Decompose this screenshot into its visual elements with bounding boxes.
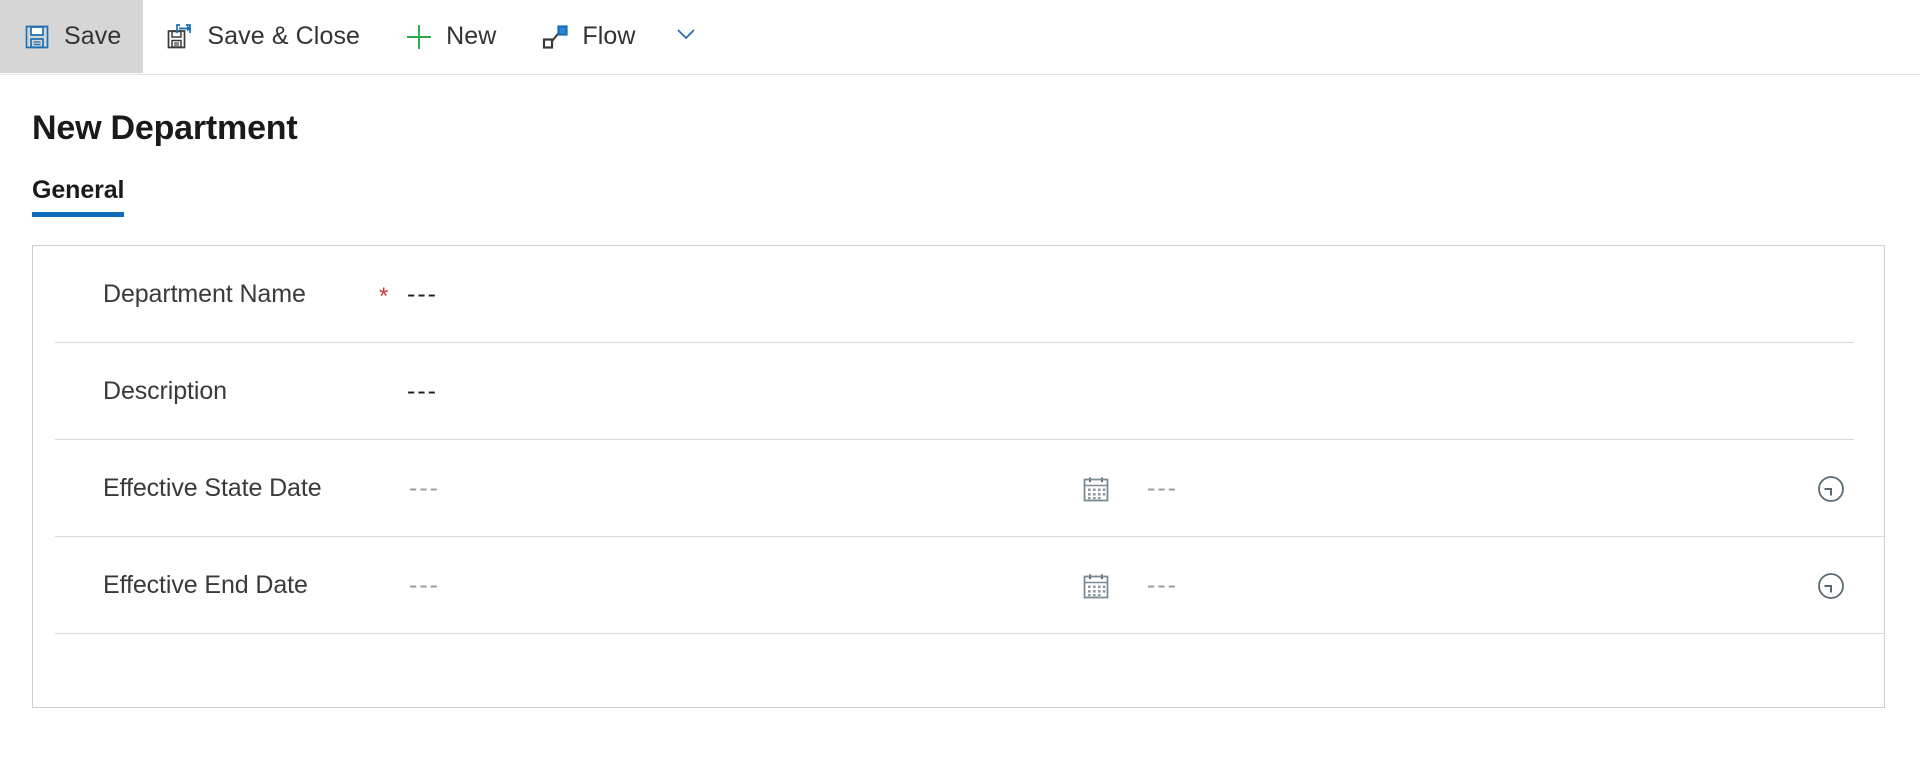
save-close-icon xyxy=(165,22,195,52)
clock-icon[interactable] xyxy=(1810,565,1852,607)
effective-state-time-input[interactable]: --- xyxy=(1147,474,1217,503)
effective-end-time-input[interactable]: --- xyxy=(1147,571,1217,600)
save-button-label: Save xyxy=(64,22,122,50)
page-title: New Department xyxy=(32,109,298,147)
save-icon xyxy=(22,22,52,52)
chevron-down-icon xyxy=(673,21,699,52)
clock-icon[interactable] xyxy=(1810,468,1852,510)
tab-general-label: General xyxy=(32,176,125,204)
save-and-close-button-label: Save & Close xyxy=(207,22,361,50)
description-label: Description xyxy=(103,377,227,405)
flow-button-label: Flow xyxy=(582,22,636,50)
new-button[interactable]: New xyxy=(382,0,518,73)
effective-state-date-label: Effective State Date xyxy=(103,474,322,502)
table-row: Description --- xyxy=(33,343,1884,440)
save-button[interactable]: Save xyxy=(0,0,144,73)
overflow-menu-button[interactable] xyxy=(658,0,714,73)
calendar-icon[interactable] xyxy=(1075,468,1117,510)
department-name-label: Department Name xyxy=(103,280,306,308)
plus-icon xyxy=(404,22,434,52)
command-bar: Save Save & Close New Flow xyxy=(0,0,1920,75)
flow-icon xyxy=(540,22,570,52)
flow-button[interactable]: Flow xyxy=(518,0,657,73)
required-indicator-placeholder xyxy=(379,390,407,394)
calendar-icon[interactable] xyxy=(1075,565,1117,607)
save-and-close-button[interactable]: Save & Close xyxy=(143,0,382,73)
table-row: Effective End Date --- --- xyxy=(33,537,1884,634)
tab-strip: General xyxy=(0,148,1920,217)
new-button-label: New xyxy=(446,22,497,50)
effective-state-date-input[interactable]: --- xyxy=(409,474,471,503)
table-row: Effective State Date --- --- xyxy=(33,440,1884,537)
effective-end-date-input[interactable]: --- xyxy=(409,571,471,600)
general-form-card: Department Name * --- Description --- Ef… xyxy=(32,245,1885,708)
tab-general[interactable]: General xyxy=(32,176,125,217)
effective-end-date-label: Effective End Date xyxy=(103,571,308,599)
description-input[interactable]: --- xyxy=(407,377,438,406)
department-name-input[interactable]: --- xyxy=(407,280,438,309)
required-indicator: * xyxy=(379,282,389,310)
table-row: Department Name * --- xyxy=(33,246,1884,343)
